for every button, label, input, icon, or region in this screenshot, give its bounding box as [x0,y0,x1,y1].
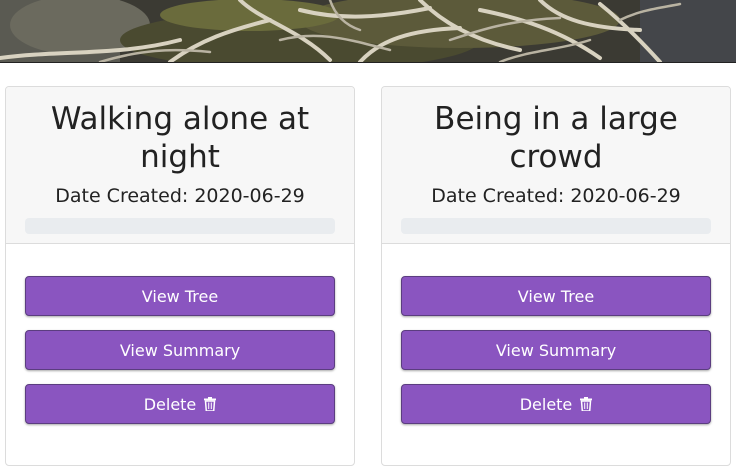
card-header: Being in a large crowd Date Created: 202… [382,87,730,244]
card-body: View Tree View Summary Delete [382,244,730,424]
card-date: Date Created: 2020-06-29 [55,185,305,207]
card-fear-2: Being in a large crowd Date Created: 202… [381,86,731,466]
view-tree-label: View Tree [141,286,219,306]
progress-bar [401,218,711,234]
trash-icon [204,397,217,411]
delete-label: Delete [143,394,197,414]
card-header: Walking alone at night Date Created: 202… [6,87,354,244]
delete-button[interactable]: Delete [401,384,711,424]
card-title: Being in a large crowd [434,101,678,175]
view-tree-button[interactable]: View Tree [401,276,711,316]
view-tree-button[interactable]: View Tree [25,276,335,316]
delete-label: Delete [519,394,573,414]
card-body: View Tree View Summary Delete [6,244,354,424]
view-tree-label: View Tree [517,286,595,306]
card-fear-1: Walking alone at night Date Created: 202… [5,86,355,466]
delete-button[interactable]: Delete [25,384,335,424]
progress-bar [25,218,335,234]
view-summary-label: View Summary [119,340,241,360]
header-banner-image [0,0,736,63]
card-date: Date Created: 2020-06-29 [431,185,681,207]
trash-icon [580,397,593,411]
card-title: Walking alone at night [50,101,310,175]
view-summary-label: View Summary [495,340,617,360]
tree-roots-image [0,0,736,62]
view-summary-button[interactable]: View Summary [401,330,711,370]
view-summary-button[interactable]: View Summary [25,330,335,370]
